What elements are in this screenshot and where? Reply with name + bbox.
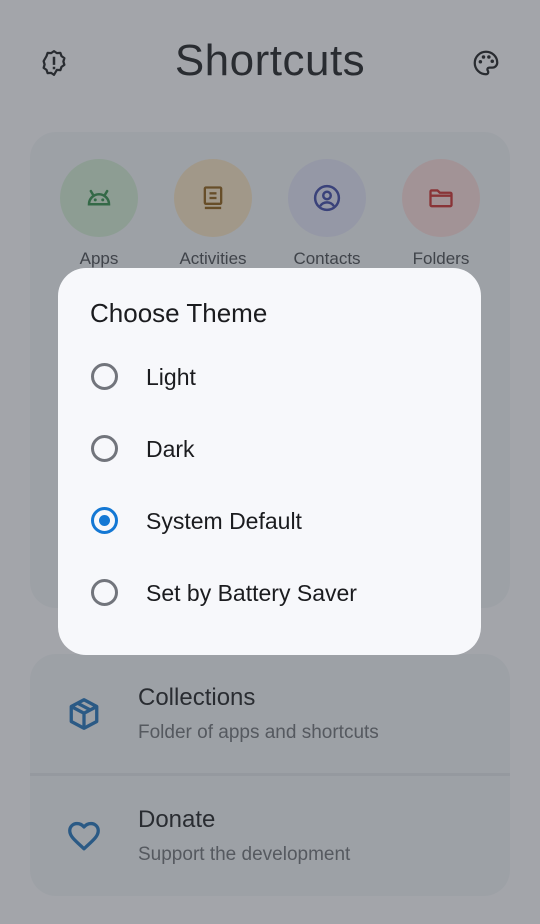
theme-option-system-default[interactable]: System Default [58,493,481,553]
theme-dialog: Choose Theme Light Dark System Default S… [58,268,481,655]
theme-option-light[interactable]: Light [58,349,481,409]
dialog-title: Choose Theme [90,298,268,328]
option-label: System Default [146,508,302,534]
radio-button[interactable] [91,579,118,606]
radio-button[interactable] [91,435,118,462]
theme-option-dark[interactable]: Dark [58,421,481,481]
theme-option-battery-saver[interactable]: Set by Battery Saver [58,565,481,625]
radio-button[interactable] [91,363,118,390]
option-label: Set by Battery Saver [146,580,357,606]
option-label: Dark [146,436,195,462]
option-label: Light [146,364,196,390]
radio-button-selected[interactable] [91,507,118,534]
